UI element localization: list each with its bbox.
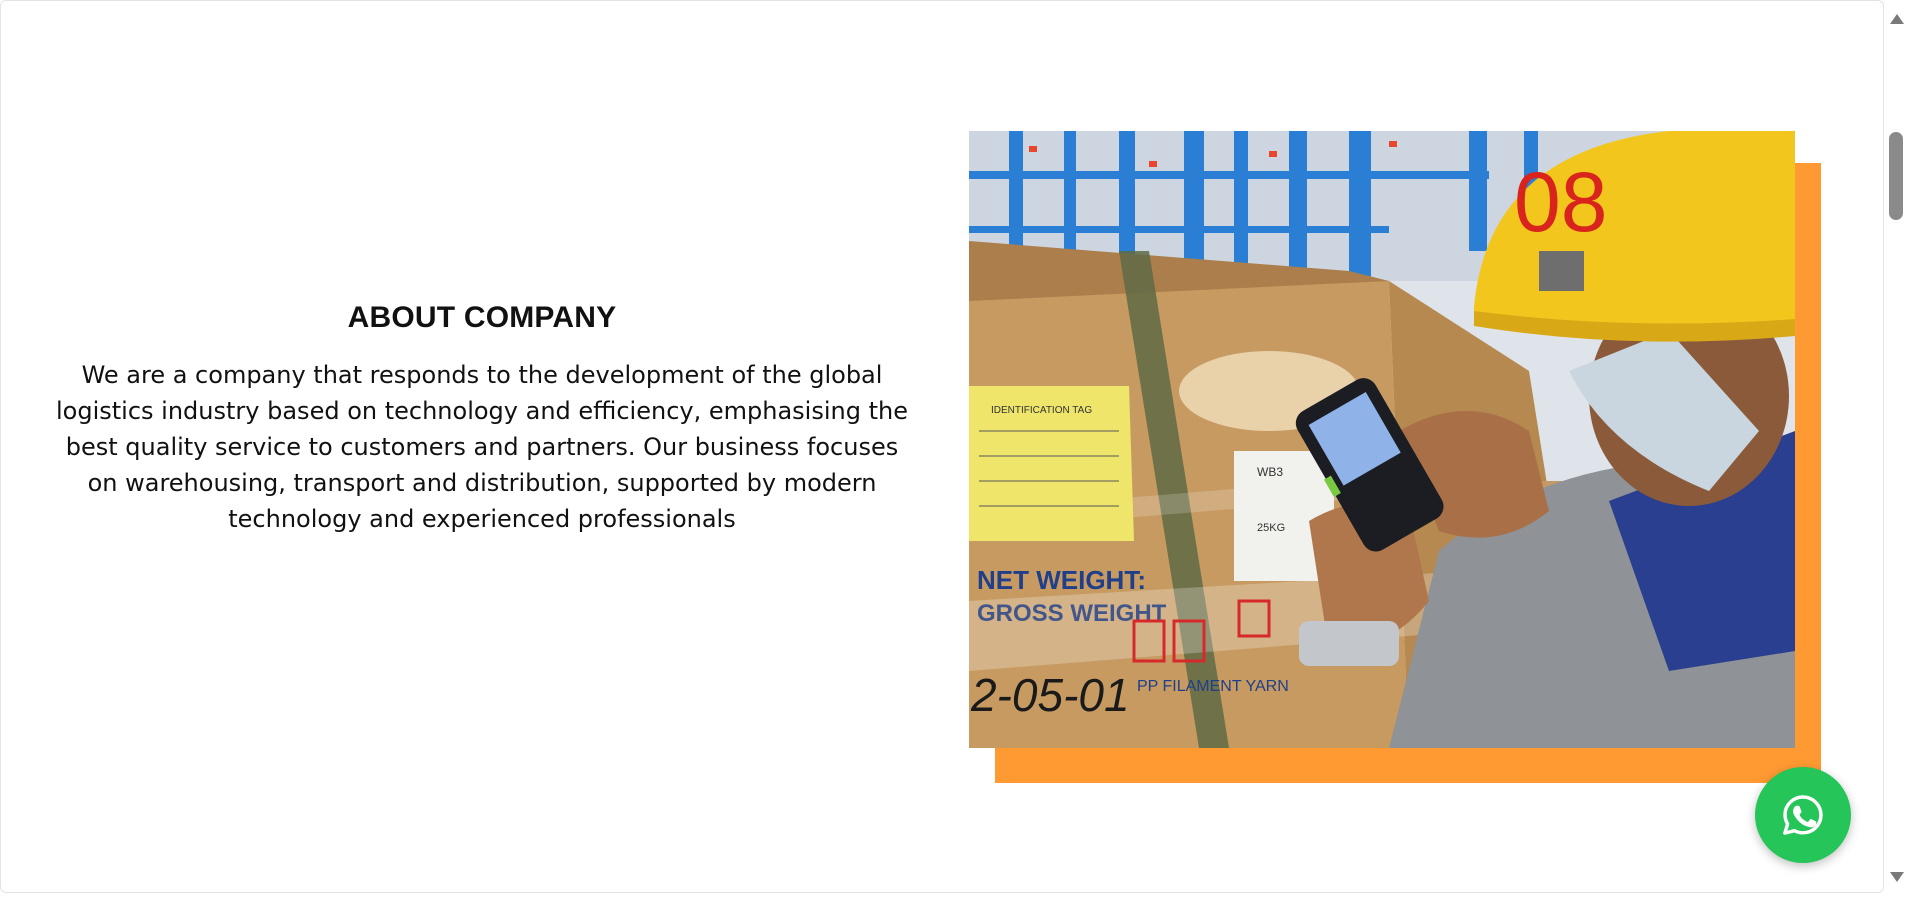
about-description: We are a company that responds to the de… [56,361,908,533]
about-heading: ABOUT COMPANY [347,301,617,334]
photo-sticker-code: WB3 [1257,465,1283,479]
whatsapp-chat-button[interactable] [1755,767,1851,863]
photo-box-label-net: NET WEIGHT: [977,565,1146,595]
photo-helmet-number: 08 [1514,155,1607,249]
vertical-scrollbar[interactable] [1884,0,1908,898]
photo-tag-title: IDENTIFICATION TAG [991,405,1092,416]
photo-sticker-weight: 25KG [1257,522,1285,534]
about-section: ABOUT COMPANY We are a company that resp… [56,301,908,537]
photo-box-label-gross: GROSS WEIGHT [977,600,1167,627]
photo-box-date: 2-05-01 [970,669,1130,721]
scroll-down-arrow-icon[interactable] [1890,872,1904,882]
warehouse-photo-illustration: IDENTIFICATION TAG NET WEIGHT: GROSS WEI… [969,131,1795,748]
scrollbar-thumb[interactable] [1889,132,1903,220]
whatsapp-icon [1783,795,1823,835]
scroll-up-arrow-icon[interactable] [1890,14,1904,24]
page-frame: ABOUT COMPANY We are a company that resp… [0,0,1884,893]
warehouse-photo: IDENTIFICATION TAG NET WEIGHT: GROSS WEI… [969,131,1795,748]
photo-box-label-yarn: PP FILAMENT YARN [1137,678,1289,695]
